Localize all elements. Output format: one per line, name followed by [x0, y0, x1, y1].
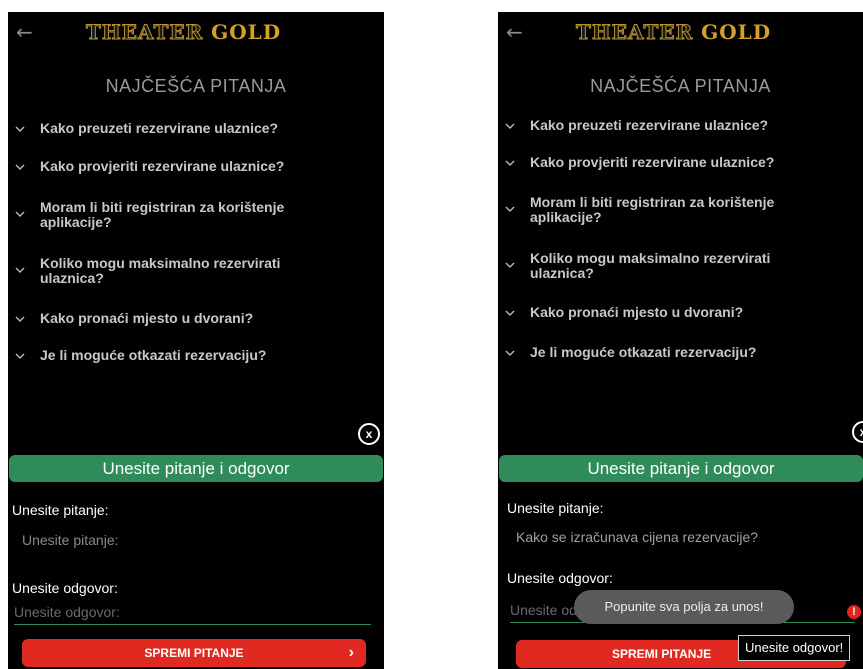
faq-item[interactable]: Moram li biti registriran za korištenje …	[8, 200, 384, 230]
save-button-label: SPREMI PITANJE	[144, 646, 244, 660]
chevron-down-icon	[505, 308, 515, 318]
logo-word-gold: GOLD	[211, 20, 282, 44]
faq-question: Moram li biti registriran za korištenje …	[530, 194, 775, 225]
chevron-down-icon	[15, 351, 25, 361]
logo-word-theater: THEATER	[575, 20, 694, 45]
app-logo: THEATER GOLD	[85, 20, 282, 45]
chevron-down-icon	[505, 121, 515, 131]
page-title: NAJČEŠĆA PITANJA	[590, 76, 771, 96]
chevron-down-icon	[15, 209, 25, 219]
chevron-down-icon	[15, 265, 25, 275]
error-icon: !	[847, 605, 861, 619]
form-header: Unesite pitanje i odgovor	[9, 455, 383, 482]
close-icon[interactable]: x	[852, 421, 863, 443]
logo-word-theater: THEATER	[85, 20, 204, 45]
chevron-down-icon	[15, 162, 25, 172]
faq-item[interactable]: Je li moguće otkazati rezervaciju?	[8, 348, 384, 363]
faq-item[interactable]: Koliko mogu maksimalno rezervirati ulazn…	[8, 256, 384, 286]
answer-label: Unesite odgovor:	[507, 570, 613, 586]
faq-item[interactable]: Kako pronaći mjesto u dvorani?	[498, 305, 863, 320]
faq-question: Kako provjeriti rezervirane ulaznice?	[530, 154, 775, 170]
answer-label: Unesite odgovor:	[12, 580, 118, 596]
screen-empty-form: ← THEATER GOLD NAJČEŠĆA PITANJA Kako pre…	[8, 12, 384, 669]
top-bar: ← THEATER GOLD	[8, 12, 384, 54]
faq-item[interactable]: Moram li biti registriran za korištenje …	[498, 195, 863, 225]
form-header: Unesite pitanje i odgovor	[499, 455, 863, 482]
faq-item[interactable]: Kako provjeriti rezervirane ulaznice?	[498, 155, 863, 170]
save-question-button[interactable]: SPREMI PITANJE ›	[22, 639, 366, 667]
save-button-label: SPREMI PITANJE	[612, 647, 712, 661]
faq-question: Kako pronaći mjesto u dvorani?	[530, 304, 744, 320]
top-bar: ← THEATER GOLD	[498, 12, 863, 54]
toast-message: Popunite sva polja za unos!	[574, 590, 794, 624]
answer-input[interactable]: Unesite odgovor:	[14, 601, 371, 625]
faq-question: Kako preuzeti rezervirane ulaznice?	[530, 117, 769, 133]
chevron-down-icon	[505, 260, 515, 270]
app-logo: THEATER GOLD	[575, 20, 772, 45]
error-tooltip: Unesite odgovor!	[738, 635, 851, 661]
question-input[interactable]: Kako se izračunava cijena rezervacije?	[516, 529, 758, 545]
faq-item[interactable]: Kako preuzeti rezervirane ulaznice?	[498, 118, 863, 133]
close-icon[interactable]: x	[358, 423, 380, 445]
logo-word-gold: GOLD	[701, 20, 772, 44]
faq-item[interactable]: Kako pronaći mjesto u dvorani?	[8, 311, 384, 326]
faq-item[interactable]: Je li moguće otkazati rezervaciju?	[498, 345, 863, 360]
faq-item[interactable]: Kako preuzeti rezervirane ulaznice?	[8, 121, 384, 136]
chevron-down-icon	[505, 158, 515, 168]
question-input[interactable]: Unesite pitanje:	[22, 532, 119, 548]
question-label: Unesite pitanje:	[507, 500, 604, 516]
faq-question: Kako preuzeti rezervirane ulaznice?	[40, 120, 279, 136]
chevron-down-icon	[505, 348, 515, 358]
faq-question: Je li moguće otkazati rezervaciju?	[40, 347, 267, 363]
chevron-down-icon	[15, 124, 25, 134]
faq-item[interactable]: Kako provjeriti rezervirane ulaznice?	[8, 159, 384, 174]
page-title: NAJČEŠĆA PITANJA	[105, 76, 287, 96]
faq-question: Kako pronaći mjesto u dvorani?	[40, 310, 254, 326]
faq-question: Je li moguće otkazati rezervaciju?	[530, 344, 757, 360]
answer-partial-text: Unesite od	[510, 602, 577, 618]
question-label: Unesite pitanje:	[12, 502, 109, 518]
chevron-right-icon: ›	[348, 644, 354, 661]
faq-item[interactable]: Koliko mogu maksimalno rezervirati ulazn…	[498, 251, 863, 281]
back-arrow-icon[interactable]: ←	[16, 22, 36, 42]
screen-validation-error: ← THEATER GOLD NAJČEŠĆA PITANJA Kako pre…	[498, 12, 863, 669]
chevron-down-icon	[15, 314, 25, 324]
faq-question: Kako provjeriti rezervirane ulaznice?	[40, 158, 285, 174]
faq-question: Moram li biti registriran za korištenje …	[40, 199, 285, 230]
chevron-down-icon	[505, 204, 515, 214]
faq-question: Koliko mogu maksimalno rezervirati ulazn…	[40, 255, 281, 286]
faq-question: Koliko mogu maksimalno rezervirati ulazn…	[530, 250, 771, 281]
back-arrow-icon[interactable]: ←	[506, 22, 526, 42]
